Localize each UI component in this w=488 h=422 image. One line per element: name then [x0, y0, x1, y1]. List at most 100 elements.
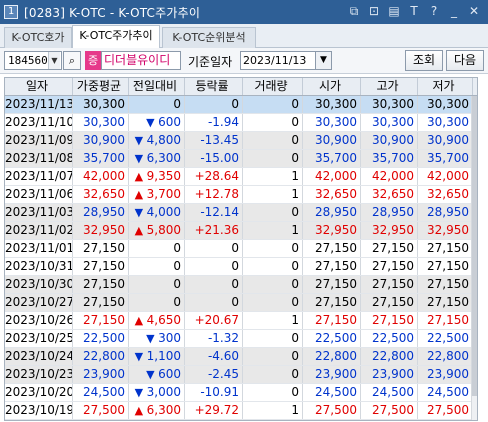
- cell-high: 22,800: [361, 348, 418, 365]
- cell-weighted-avg: 28,950: [73, 204, 129, 221]
- cell-open: 28,950: [303, 204, 361, 221]
- header-high[interactable]: 고가: [361, 78, 418, 95]
- query-button[interactable]: 조회: [405, 50, 443, 71]
- cell-change: 0: [129, 240, 185, 257]
- cell-high: 30,300: [361, 114, 418, 131]
- window-icon[interactable]: ⊡: [366, 3, 382, 19]
- header-open[interactable]: 시가: [303, 78, 361, 95]
- cell-high: 27,150: [361, 276, 418, 293]
- vertical-scrollbar[interactable]: [471, 96, 477, 420]
- calendar-dropdown-icon[interactable]: ▼: [316, 51, 332, 70]
- cell-change: ▼ 600: [129, 114, 185, 131]
- search-icon[interactable]: ⌕: [63, 51, 81, 70]
- cell-weighted-avg: 22,500: [73, 330, 129, 347]
- up-arrow-icon: ▲: [134, 170, 144, 183]
- table-row[interactable]: 2023/11/06 32,650 ▲ 3,700 +12.78 1 32,650 32,65…: [5, 186, 477, 204]
- tab-kotc-rank-analysis[interactable]: K-OTC순위분석: [162, 27, 256, 48]
- minimize-icon[interactable]: _: [446, 3, 462, 19]
- cell-change: 0: [129, 96, 185, 113]
- code-dropdown-icon[interactable]: ▼: [48, 52, 60, 69]
- cell-change: ▲ 6,300: [129, 402, 185, 419]
- down-arrow-icon: ▼: [146, 368, 155, 381]
- change-value: 300: [158, 331, 181, 345]
- text-icon[interactable]: T: [406, 3, 422, 19]
- cell-rate: 0: [185, 240, 243, 257]
- header-date[interactable]: 일자: [5, 78, 73, 95]
- cell-weighted-avg: 27,150: [73, 294, 129, 311]
- table-row[interactable]: 2023/11/03 28,950 ▼ 4,000 -12.14 0 28,950 28,95…: [5, 204, 477, 222]
- cell-rate: +29.72: [185, 402, 243, 419]
- link-icon[interactable]: ⧉: [346, 3, 362, 19]
- table-row[interactable]: 2023/10/26 27,150 ▲ 4,650 +20.67 1 27,150 27,15…: [5, 312, 477, 330]
- cell-low: 27,150: [418, 276, 473, 293]
- cell-open: 27,150: [303, 312, 361, 329]
- change-value: 4,800: [146, 133, 181, 147]
- table-row[interactable]: 2023/11/10 30,300 ▼ 600 -1.94 0 30,300 30,300 30…: [5, 114, 477, 132]
- table-row[interactable]: 2023/10/25 22,500 ▼ 300 -1.32 0 22,500 22,500 22…: [5, 330, 477, 348]
- next-button[interactable]: 다음: [446, 50, 484, 71]
- cell-open: 27,150: [303, 258, 361, 275]
- cell-high: 30,300: [361, 96, 418, 113]
- tab-kotc-price-trend[interactable]: K-OTC주가추이: [72, 25, 160, 49]
- table-row[interactable]: 2023/10/24 22,800 ▼ 1,100 -4.60 0 22,800 22,800…: [5, 348, 477, 366]
- restore-icon[interactable]: ▤: [386, 3, 402, 19]
- cell-low: 28,950: [418, 204, 473, 221]
- table-row[interactable]: 2023/10/31 27,150 0 0 0 27,150 27,150 27,150: [5, 258, 477, 276]
- close-icon[interactable]: ✕: [466, 3, 482, 19]
- cell-change: ▲ 4,650: [129, 312, 185, 329]
- base-date-input[interactable]: 2023/11/13: [240, 51, 316, 70]
- table-row[interactable]: 2023/10/20 24,500 ▼ 3,000 -10.91 0 24,500 24,50…: [5, 384, 477, 402]
- cell-high: 27,150: [361, 312, 418, 329]
- cell-high: 35,700: [361, 150, 418, 167]
- tab-bar: K-OTC호가 K-OTC주가추이 K-OTC순위분석: [0, 24, 488, 49]
- header-low[interactable]: 저가: [418, 78, 473, 95]
- tab-kotc-quote[interactable]: K-OTC호가: [4, 27, 72, 48]
- cell-low: 22,800: [418, 348, 473, 365]
- change-value: 0: [173, 241, 181, 255]
- table-row[interactable]: 2023/10/27 27,150 0 0 0 27,150 27,150 27,150: [5, 294, 477, 312]
- cell-volume: 1: [243, 402, 303, 419]
- down-arrow-icon: ▼: [146, 116, 155, 129]
- cell-weighted-avg: 27,150: [73, 240, 129, 257]
- date-label: 기준일자: [188, 55, 233, 69]
- help-icon[interactable]: ?: [426, 3, 442, 19]
- cell-volume: 0: [243, 258, 303, 275]
- cell-low: 42,000: [418, 168, 473, 185]
- header-rate[interactable]: 등락률: [185, 78, 243, 95]
- table-row[interactable]: 2023/11/08 35,700 ▼ 6,300 -15.00 0 35,700 35,70…: [5, 150, 477, 168]
- cell-open: 35,700: [303, 150, 361, 167]
- cell-rate: -13.45: [185, 132, 243, 149]
- cell-rate: +28.64: [185, 168, 243, 185]
- table-row[interactable]: 2023/11/01 27,150 0 0 0 27,150 27,150 27,150: [5, 240, 477, 258]
- cell-rate: -2.45: [185, 366, 243, 383]
- window-number-icon[interactable]: 1: [4, 5, 18, 19]
- header-change[interactable]: 전일대비: [129, 78, 185, 95]
- cell-high: 27,150: [361, 240, 418, 257]
- table-row[interactable]: 2023/10/19 27,500 ▲ 6,300 +29.72 1 27,500 27,50…: [5, 402, 477, 420]
- cell-low: 32,950: [418, 222, 473, 239]
- cell-low: 27,150: [418, 294, 473, 311]
- table-row[interactable]: 2023/11/09 30,900 ▼ 4,800 -13.45 0 30,900 30,90…: [5, 132, 477, 150]
- title-bar: 1 [0283] K-OTC - K-OTC주가추이 ⧉ ⊡ ▤ T ? _ ✕: [0, 0, 488, 24]
- cell-date: 2023/10/23: [5, 366, 73, 383]
- cell-rate: 0: [185, 276, 243, 293]
- up-arrow-icon: ▲: [134, 404, 144, 417]
- cell-change: ▼ 3,000: [129, 384, 185, 401]
- cell-change: 0: [129, 258, 185, 275]
- cell-change: ▼ 300: [129, 330, 185, 347]
- cell-weighted-avg: 27,150: [73, 312, 129, 329]
- table-row[interactable]: 2023/11/02 32,950 ▲ 5,800 +21.36 1 32,950 32,95…: [5, 222, 477, 240]
- change-value: 600: [158, 367, 181, 381]
- cell-high: 32,650: [361, 186, 418, 203]
- table-row[interactable]: 2023/10/30 27,150 0 0 0 27,150 27,150 27,150: [5, 276, 477, 294]
- header-volume[interactable]: 거래량: [243, 78, 303, 95]
- table-row[interactable]: 2023/11/13 30,300 0 0 0 30,300 30,300 30,300: [5, 96, 477, 114]
- cell-volume: 0: [243, 204, 303, 221]
- table-row[interactable]: 2023/10/23 23,900 ▼ 600 -2.45 0 23,900 23,900 23…: [5, 366, 477, 384]
- header-weighted-avg[interactable]: 가중평균: [73, 78, 129, 95]
- scrollbar-thumb[interactable]: [472, 96, 477, 396]
- cell-weighted-avg: 30,900: [73, 132, 129, 149]
- table-row[interactable]: 2023/11/07 42,000 ▲ 9,350 +28.64 1 42,000 42,00…: [5, 168, 477, 186]
- cell-change: ▲ 3,700: [129, 186, 185, 203]
- cell-high: 27,500: [361, 402, 418, 419]
